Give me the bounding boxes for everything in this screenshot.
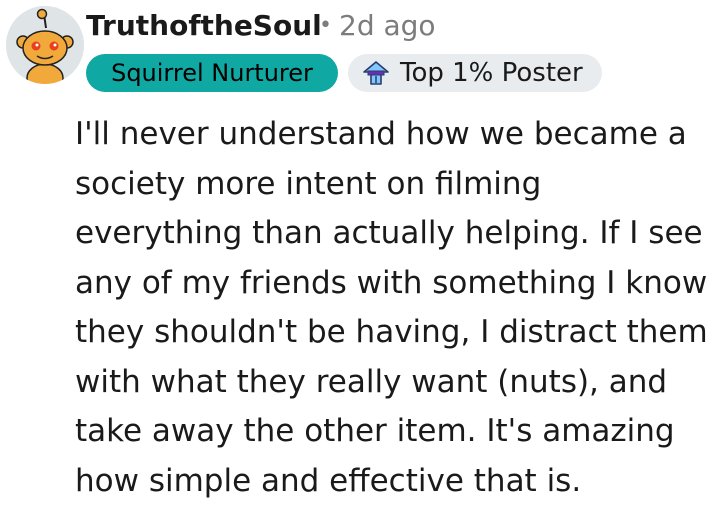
comment-body-line: I'll never understand how we became a [75,116,687,152]
comment-body-line: any of my friends with something I know [75,264,708,301]
meta-separator: • [319,13,332,38]
comment-card: TruthoftheSoul • 2d ago Squirrel Nurture… [0,0,709,512]
comment-body-line: they shouldn't be having, I distract the… [75,314,708,350]
comment-body-line: everything than actually helping. If I s… [75,215,703,251]
comment-body: I'll never understand how we became a so… [75,110,708,506]
username-link[interactable]: TruthoftheSoul [86,8,322,44]
snoo-avatar-icon[interactable] [6,6,84,84]
top-poster-badge[interactable]: Top 1% Poster [348,54,602,92]
comment-timestamp[interactable]: 2d ago [339,8,436,44]
top-poster-badge-label: Top 1% Poster [400,58,583,88]
comment-body-line: how simple and effective that is. [75,462,582,499]
comment-body-line: with what they really want (nuts), and [75,363,668,400]
comment-body-line: society more intent on filming [75,165,542,202]
comment-body-line: take away the other item. It's amazing [75,413,675,449]
top-poster-badge-icon [362,60,390,86]
user-flair-badge: Squirrel Nurturer [86,54,338,92]
